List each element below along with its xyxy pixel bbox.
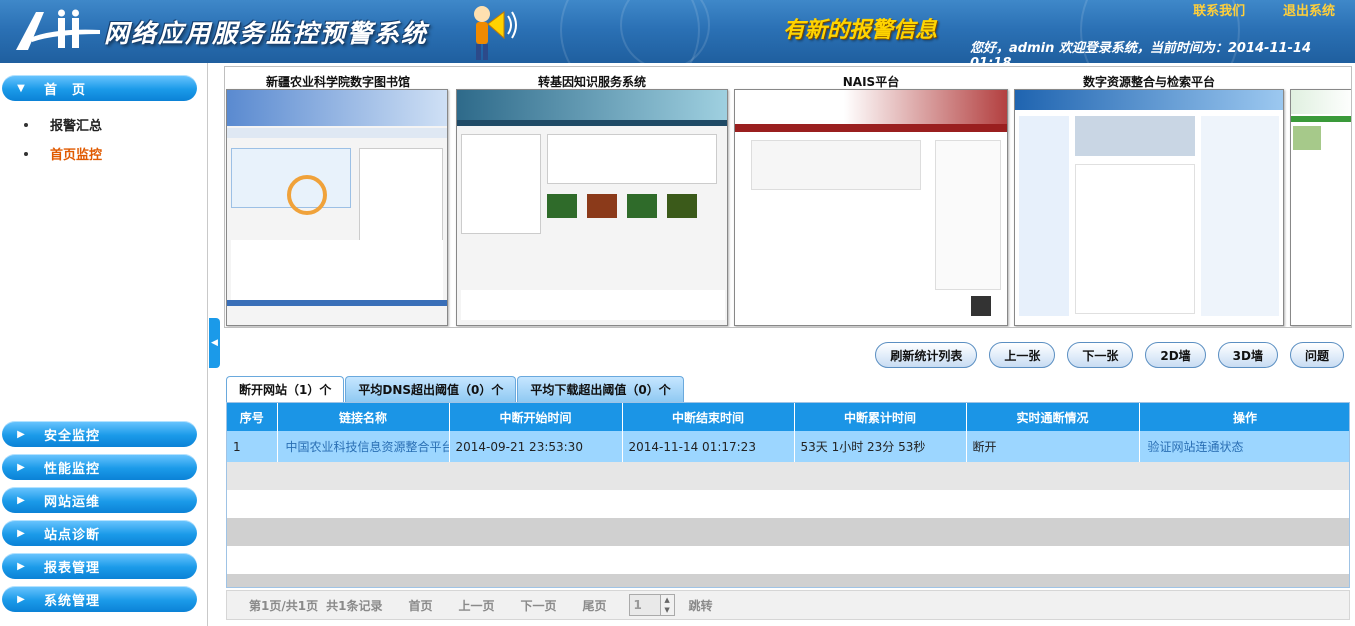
top-links: 联系我们 退出系统 — [1159, 0, 1335, 19]
chevron-right-icon: ▶ — [17, 428, 25, 440]
table-header-row: 序号 链接名称 中断开始时间 中断结束时间 中断累计时间 实时通断情况 操作 — [227, 403, 1349, 431]
last-page-link[interactable]: 尾页 — [583, 597, 607, 614]
chevron-down-icon: ▼ — [17, 82, 25, 94]
cell-status: 断开 — [966, 431, 1139, 462]
menu-security[interactable]: ▶ 安全监控 — [2, 421, 197, 447]
cell-start-time: 2014-09-21 23:53:30 — [449, 431, 622, 462]
header-decoration — [620, 0, 710, 63]
carousel-item-title: 数字资源整合与检索平台 — [1082, 75, 1215, 89]
chevron-up-icon[interactable]: ▲ — [664, 595, 669, 605]
tab-dns-threshold[interactable]: 平均DNS超出阈值（0）个 — [345, 376, 517, 402]
cell-end-time: 2014-11-14 01:17:23 — [622, 431, 794, 462]
menu-home-label: 首 页 — [44, 82, 87, 98]
chevron-right-icon: ▶ — [17, 560, 25, 572]
megaphone-mascot-icon — [474, 6, 517, 60]
menu-label: 报表管理 — [44, 560, 101, 576]
sidebar-item-label: 报警汇总 — [50, 119, 103, 134]
table-row-empty — [227, 490, 1349, 518]
logout-link[interactable]: 退出系统 — [1283, 4, 1335, 19]
page-stepper[interactable]: ▲ ▼ — [660, 594, 675, 616]
main-content: 新疆农业科学院数字图书馆 转基因知识服务系统 NAIS平台 数字资源整合与检索平… — [224, 66, 1352, 626]
prev-slide-button[interactable]: 上一张 — [989, 342, 1056, 368]
alarm-notice[interactable]: 有新的报警信息 — [783, 12, 937, 44]
site-carousel: 新疆农业科学院数字图书馆 转基因知识服务系统 NAIS平台 数字资源整合与检索平… — [224, 66, 1352, 328]
table-row-empty — [227, 518, 1349, 546]
record-count: 共1条记录 — [326, 598, 383, 613]
bullet-icon — [24, 122, 28, 127]
chevron-right-icon: ▶ — [17, 494, 25, 506]
refresh-list-button[interactable]: 刷新统计列表 — [875, 342, 978, 368]
column-header: 操作 — [1139, 403, 1349, 431]
app-header: 网络应用服务监控预警系统 有新的报警信息 联系我们 退出系统 您好，admin … — [0, 0, 1355, 63]
cell-link-name[interactable]: 中国农业科技信息资源整合平台 — [277, 431, 449, 462]
column-header: 中断累计时间 — [794, 403, 967, 431]
wall-2d-button[interactable]: 2D墙 — [1145, 342, 1206, 368]
cell-index: 1 — [227, 431, 277, 462]
system-title: 网络应用服务监控预警系统 — [104, 19, 429, 48]
menu-operations[interactable]: ▶ 网站运维 — [2, 487, 197, 513]
table-row-empty — [227, 574, 1349, 587]
page-info: 第1页/共1页 — [249, 598, 319, 613]
cell-duration: 53天 1小时 23分 53秒 — [794, 431, 966, 462]
column-header: 序号 — [227, 403, 278, 431]
sidebar-item-alarm-summary[interactable]: 报警汇总 — [24, 115, 102, 134]
next-slide-button[interactable]: 下一张 — [1067, 342, 1134, 368]
chevron-right-icon: ▶ — [17, 593, 25, 605]
chevron-right-icon: ▶ — [17, 461, 25, 473]
next-page-link[interactable]: 下一页 — [520, 597, 556, 614]
page-number-input[interactable]: 1 — [628, 594, 661, 616]
site-screenshot — [226, 89, 448, 326]
toolbar: 刷新统计列表 上一张 下一张 2D墙 3D墙 问题 — [875, 342, 1344, 368]
jump-button[interactable]: 跳转 — [689, 597, 713, 614]
column-header: 中断开始时间 — [449, 403, 623, 431]
contact-link[interactable]: 联系我们 — [1193, 4, 1245, 19]
column-header: 链接名称 — [277, 403, 450, 431]
menu-system[interactable]: ▶ 系统管理 — [2, 586, 197, 612]
disconnect-table: 序号 链接名称 中断开始时间 中断结束时间 中断累计时间 实时通断情况 操作 1… — [226, 402, 1350, 588]
tab-disconnected[interactable]: 断开网站（1）个 — [226, 376, 345, 402]
menu-performance[interactable]: ▶ 性能监控 — [2, 454, 197, 480]
bullet-icon — [24, 151, 28, 156]
prev-page-link[interactable]: 上一页 — [458, 597, 494, 614]
sidebar-collapse-toggle[interactable]: ◀ — [209, 318, 220, 368]
menu-home[interactable]: ▼ 首 页 — [2, 75, 197, 101]
status-tabs: 断开网站（1）个 平均DNS超出阈值（0）个 平均下载超出阈值（0）个 — [226, 376, 685, 402]
menu-label: 系统管理 — [44, 593, 101, 609]
menu-label: 安全监控 — [44, 428, 101, 444]
chevron-right-icon: ▶ — [17, 527, 25, 539]
chevron-left-icon: ◀ — [211, 338, 218, 348]
aii-logo-icon — [16, 9, 100, 50]
sidebar-item-label: 首页监控 — [50, 148, 103, 163]
sidebar-item-home-monitor[interactable]: 首页监控 — [24, 144, 102, 163]
site-screenshot — [1014, 89, 1284, 326]
chevron-down-icon[interactable]: ▼ — [664, 605, 669, 615]
welcome-text: 您好，admin 欢迎登录系统，当前时间为：2014-11-14 01:18 — [970, 41, 1312, 63]
site-screenshot — [456, 89, 728, 326]
carousel-item-title: 新疆农业科学院数字图书馆 — [265, 75, 410, 89]
table-row-empty — [227, 462, 1349, 490]
table-row-empty — [227, 546, 1349, 574]
carousel-item-title: NAIS平台 — [842, 75, 900, 89]
verify-connectivity-link[interactable]: 验证网站连通状态 — [1139, 431, 1349, 462]
menu-label: 站点诊断 — [44, 527, 101, 543]
table-row[interactable]: 1 中国农业科技信息资源整合平台 2014-09-21 23:53:30 201… — [227, 431, 1349, 462]
tab-download-threshold[interactable]: 平均下载超出阈值（0）个 — [517, 376, 684, 402]
pagination: 第1页/共1页 共1条记录 首页 上一页 下一页 尾页 1 ▲ ▼ 跳转 — [226, 590, 1350, 620]
carousel-item-title: 转基因知识服务系统 — [537, 75, 646, 89]
menu-reports[interactable]: ▶ 报表管理 — [2, 553, 197, 579]
first-page-link[interactable]: 首页 — [408, 597, 432, 614]
site-screenshot — [734, 89, 1008, 326]
problem-button[interactable]: 问题 — [1289, 342, 1344, 368]
menu-label: 网站运维 — [44, 494, 101, 510]
wall-3d-button[interactable]: 3D墙 — [1217, 342, 1278, 368]
sidebar: ▼ 首 页 报警汇总 首页监控 ▶ 安全监控 ▶ 性能监控 ▶ 网站运维 ▶ 站… — [0, 63, 208, 626]
site-screenshot — [1290, 89, 1351, 326]
menu-diagnosis[interactable]: ▶ 站点诊断 — [2, 520, 197, 546]
menu-label: 性能监控 — [44, 461, 101, 477]
column-header: 中断结束时间 — [622, 403, 795, 431]
column-header: 实时通断情况 — [966, 403, 1140, 431]
